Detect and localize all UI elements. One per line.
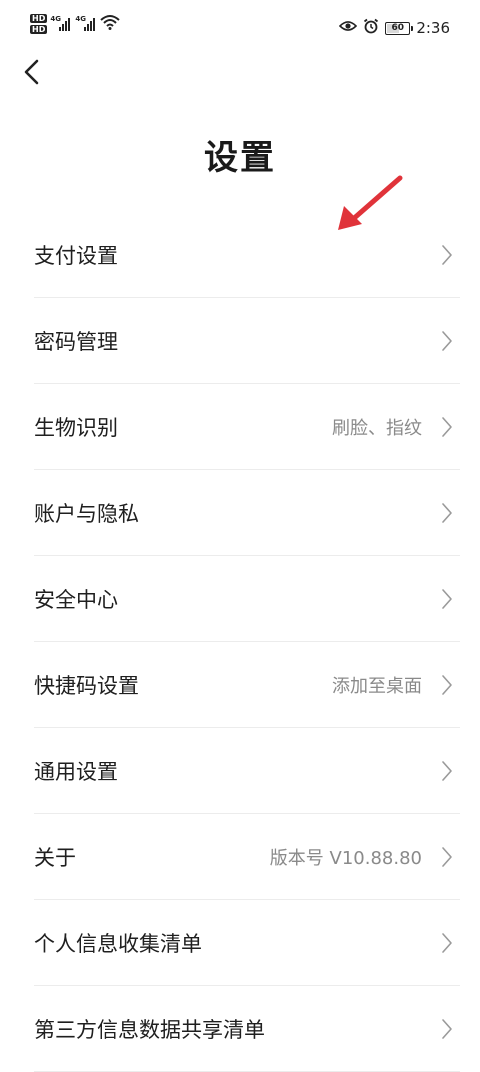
settings-row-value: 添加至桌面 xyxy=(332,675,422,697)
chevron-right-icon xyxy=(440,673,454,697)
chevron-right-icon xyxy=(440,587,454,611)
settings-list: 支付设置密码管理生物识别 刷脸、指纹账户与隐私安全中心快捷码设置 添加至桌面通用设置… xyxy=(0,212,480,1072)
signal-2-icon: 4G xyxy=(75,15,97,33)
settings-row-third-party-sharing-list[interactable]: 第三方信息数据共享清单 xyxy=(34,986,460,1072)
chevron-right-icon xyxy=(440,845,454,869)
settings-row-password-management[interactable]: 密码管理 xyxy=(34,298,460,384)
chevron-right-icon xyxy=(440,1017,454,1041)
settings-row-quick-code-settings[interactable]: 快捷码设置 添加至桌面 xyxy=(34,642,460,728)
status-right: 60 2:36 xyxy=(339,18,450,38)
chevron-right-icon xyxy=(440,501,454,525)
hd-badge-top: HD xyxy=(30,14,48,23)
settings-row-label: 关于 xyxy=(34,845,76,870)
chevron-right-icon xyxy=(440,243,454,267)
settings-row-value: 版本号 V10.88.80 xyxy=(269,847,422,869)
settings-row-biometrics[interactable]: 生物识别 刷脸、指纹 xyxy=(34,384,460,470)
settings-row-security-center[interactable]: 安全中心 xyxy=(34,556,460,642)
chevron-right-icon xyxy=(440,759,454,783)
chevron-left-icon xyxy=(23,59,41,89)
battery-level: 60 xyxy=(391,22,405,33)
status-time: 2:36 xyxy=(416,19,450,37)
settings-row-value: 刷脸、指纹 xyxy=(332,417,422,439)
battery-icon: 60 xyxy=(385,21,414,35)
settings-row-payment-settings[interactable]: 支付设置 xyxy=(34,212,460,298)
chevron-right-icon xyxy=(440,415,454,439)
settings-row-label: 第三方信息数据共享清单 xyxy=(34,1017,265,1042)
signal-1-icon: 4G xyxy=(50,15,72,33)
alarm-icon xyxy=(363,18,379,38)
status-left: HD HD 4G 4G xyxy=(30,14,121,34)
hd-badges: HD HD xyxy=(30,14,48,34)
back-button[interactable] xyxy=(14,56,50,92)
hd-badge-bottom: HD xyxy=(30,25,48,34)
settings-row-label: 支付设置 xyxy=(34,243,118,268)
settings-row-account-privacy[interactable]: 账户与隐私 xyxy=(34,470,460,556)
chevron-right-icon xyxy=(440,329,454,353)
status-bar: HD HD 4G 4G 60 2:36 xyxy=(0,0,480,58)
eye-icon xyxy=(339,19,358,37)
wifi-icon xyxy=(100,14,121,34)
settings-row-label: 通用设置 xyxy=(34,759,118,784)
settings-row-label: 密码管理 xyxy=(34,329,118,354)
settings-row-label: 安全中心 xyxy=(34,587,118,612)
settings-row-label: 生物识别 xyxy=(34,415,118,440)
settings-row-about[interactable]: 关于 版本号 V10.88.80 xyxy=(34,814,460,900)
chevron-right-icon xyxy=(440,931,454,955)
settings-row-label: 快捷码设置 xyxy=(34,673,139,698)
settings-row-general-settings[interactable]: 通用设置 xyxy=(34,728,460,814)
settings-row-label: 个人信息收集清单 xyxy=(34,931,202,956)
settings-row-personal-info-list[interactable]: 个人信息收集清单 xyxy=(34,900,460,986)
settings-row-label: 账户与隐私 xyxy=(34,501,139,526)
